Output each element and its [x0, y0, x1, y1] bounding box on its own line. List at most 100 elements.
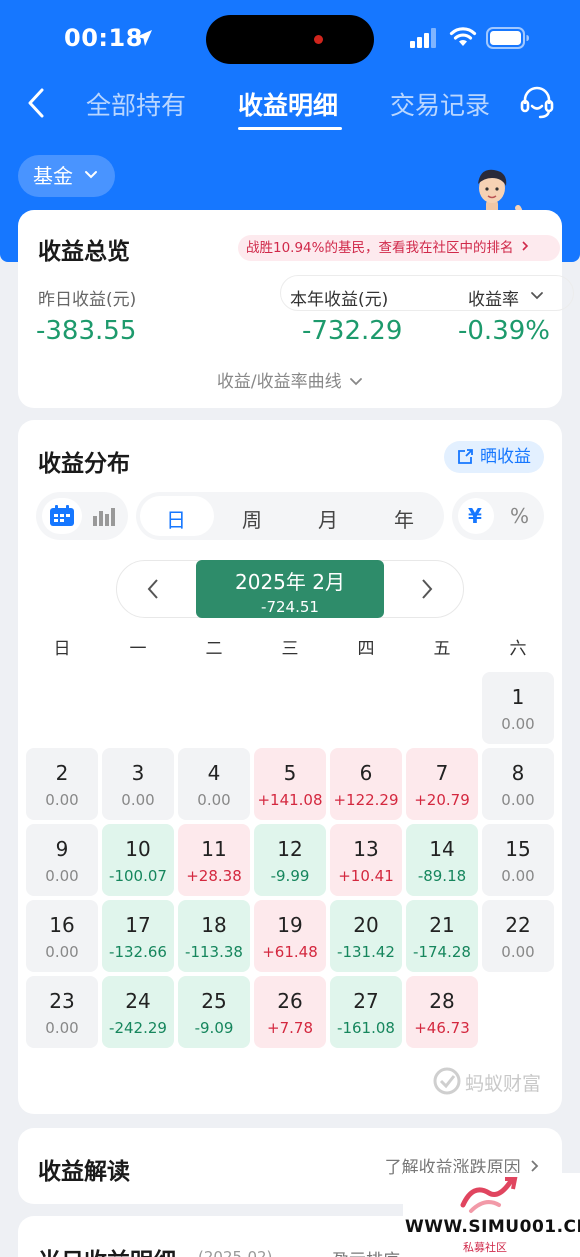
day-number: 16 — [49, 913, 75, 937]
day-number: 17 — [125, 913, 151, 937]
tab-earnings-detail[interactable]: 收益明细 — [238, 86, 338, 122]
view-mode-toggle — [36, 492, 128, 540]
calendar-day-cell[interactable]: 5 +141.08 — [254, 748, 326, 820]
calendar-day-cell[interactable]: 22 0.00 — [482, 900, 554, 972]
day-number: 2 — [55, 761, 69, 785]
calendar-day-cell[interactable]: 2 0.00 — [26, 748, 98, 820]
site-watermark-logo: WWW.SIMU001.CN 私募社区 — [403, 1173, 580, 1257]
status-bar: 00:18 — [0, 0, 580, 78]
day-number: 6 — [359, 761, 373, 785]
day-earnings-value: +122.29 — [333, 791, 399, 809]
day-number: 15 — [505, 837, 531, 861]
unit-percent[interactable]: % — [510, 504, 529, 528]
period-month[interactable]: 月 — [318, 504, 338, 533]
share-earnings-label: 晒收益 — [480, 447, 531, 467]
share-earnings-button[interactable]: 晒收益 — [444, 441, 544, 473]
active-tab-indicator — [238, 127, 342, 130]
customer-service-icon[interactable] — [520, 85, 554, 121]
period-week[interactable]: 周 — [242, 504, 262, 533]
calendar-day-cell[interactable]: 25 -9.09 — [178, 976, 250, 1048]
calendar-day-cell[interactable]: 27 -161.08 — [330, 976, 402, 1048]
day-number: 18 — [201, 913, 227, 937]
calendar-day-cell[interactable]: 7 +20.79 — [406, 748, 478, 820]
return-rate-value: -0.39% — [458, 316, 550, 346]
daily-title: 当日收益明细 — [38, 1242, 176, 1257]
back-arrow-icon[interactable] — [24, 86, 50, 120]
weekday-label: 四 — [357, 639, 375, 659]
current-month-label: 2025年 2月 — [235, 570, 345, 594]
calendar-day-cell[interactable]: 15 0.00 — [482, 824, 554, 896]
calendar-day-cell[interactable]: 21 -174.28 — [406, 900, 478, 972]
calendar-day-cell[interactable]: 6 +122.29 — [330, 748, 402, 820]
day-earnings-value: -100.07 — [109, 867, 167, 885]
return-rate-selector[interactable]: 收益率 — [468, 285, 519, 310]
calendar-day-cell[interactable]: 8 0.00 — [482, 748, 554, 820]
calendar-day-cell[interactable]: 24 -242.29 — [102, 976, 174, 1048]
ant-fortune-watermark: 蚂蚁财富 — [433, 1067, 541, 1096]
calendar-day-cell[interactable]: 19 +61.48 — [254, 900, 326, 972]
day-number: 22 — [505, 913, 531, 937]
day-number: 28 — [429, 989, 455, 1013]
day-earnings-value: -9.99 — [270, 867, 310, 885]
earnings-curve-toggle[interactable]: 收益/收益率曲线 — [18, 367, 562, 392]
year-earnings-value: -732.29 — [302, 316, 403, 346]
calendar-day-cell[interactable]: 1 0.00 — [482, 672, 554, 744]
weekday-label: 五 — [433, 639, 451, 659]
calendar-day-cell[interactable]: 26 +7.78 — [254, 976, 326, 1048]
day-earnings-value: -9.09 — [194, 1019, 234, 1037]
chevron-right-icon — [531, 1160, 539, 1172]
period-day[interactable]: 日 — [166, 504, 186, 533]
calendar-day-cell[interactable]: 18 -113.38 — [178, 900, 250, 972]
calendar-day-cell[interactable]: 28 +46.73 — [406, 976, 478, 1048]
day-number: 1 — [511, 685, 525, 709]
calendar-day-cell[interactable]: 12 -9.99 — [254, 824, 326, 896]
calendar-day-cell[interactable]: 14 -89.18 — [406, 824, 478, 896]
period-year[interactable]: 年 — [394, 504, 414, 533]
calendar-day-cell[interactable]: 9 0.00 — [26, 824, 98, 896]
calendar-day-cell[interactable]: 23 0.00 — [26, 976, 98, 1048]
unit-yuan[interactable]: ¥ — [468, 504, 482, 528]
calendar-day-cell[interactable]: 10 -100.07 — [102, 824, 174, 896]
cell-signal-icon — [410, 28, 436, 48]
day-number: 12 — [277, 837, 303, 861]
status-time: 00:18 — [64, 24, 143, 52]
day-number: 21 — [429, 913, 455, 937]
calendar-day-cell[interactable]: 16 0.00 — [26, 900, 98, 972]
calendar-day-cell[interactable]: 13 +10.41 — [330, 824, 402, 896]
calendar-day-cell[interactable]: 20 -131.42 — [330, 900, 402, 972]
weekday-label: 日 — [53, 639, 71, 659]
year-earnings-label: 本年收益(元) — [290, 290, 389, 310]
fund-type-filter[interactable]: 基金 — [18, 155, 115, 197]
ant-fortune-logo-icon — [433, 1067, 461, 1095]
day-earnings-value: +28.38 — [186, 867, 242, 885]
day-number: 9 — [55, 837, 69, 861]
next-month-icon[interactable] — [419, 577, 435, 601]
calendar-day-cell[interactable]: 3 0.00 — [102, 748, 174, 820]
chevron-down-icon — [85, 171, 97, 179]
day-earnings-value: +61.48 — [262, 943, 318, 961]
calendar-day-cell[interactable]: 17 -132.66 — [102, 900, 174, 972]
day-earnings-value: +20.79 — [414, 791, 470, 809]
dynamic-island — [206, 15, 374, 64]
overview-title: 收益总览 — [38, 239, 130, 265]
daily-date: (2025-02) — [198, 1248, 273, 1257]
previous-month-icon[interactable] — [145, 577, 161, 601]
tab-all-holdings[interactable]: 全部持有 — [86, 86, 186, 122]
day-earnings-value: 0.00 — [501, 867, 535, 885]
calendar-day-cell[interactable]: 11 +28.38 — [178, 824, 250, 896]
tab-transaction-records[interactable]: 交易记录 — [390, 86, 490, 122]
earnings-curve-label: 收益/收益率曲线 — [216, 372, 342, 392]
day-number: 23 — [49, 989, 75, 1013]
day-earnings-value: +7.78 — [267, 1019, 313, 1037]
calendar-day-cell[interactable]: 4 0.00 — [178, 748, 250, 820]
day-number: 19 — [277, 913, 303, 937]
bar-chart-view-icon[interactable] — [92, 506, 116, 526]
calendar-view-icon[interactable] — [48, 505, 76, 527]
community-rank-banner[interactable]: 战胜10.94%的基民，查看我在社区中的排名 — [238, 235, 560, 261]
day-earnings-value: -89.18 — [417, 867, 467, 885]
day-earnings-value: 0.00 — [45, 791, 79, 809]
day-number: 5 — [283, 761, 297, 785]
site-name: 私募社区 — [463, 1241, 507, 1254]
daily-sort-toggle[interactable]: 盈亏排序 — [332, 1246, 400, 1257]
yesterday-earnings-label: 昨日收益(元) — [38, 290, 137, 310]
